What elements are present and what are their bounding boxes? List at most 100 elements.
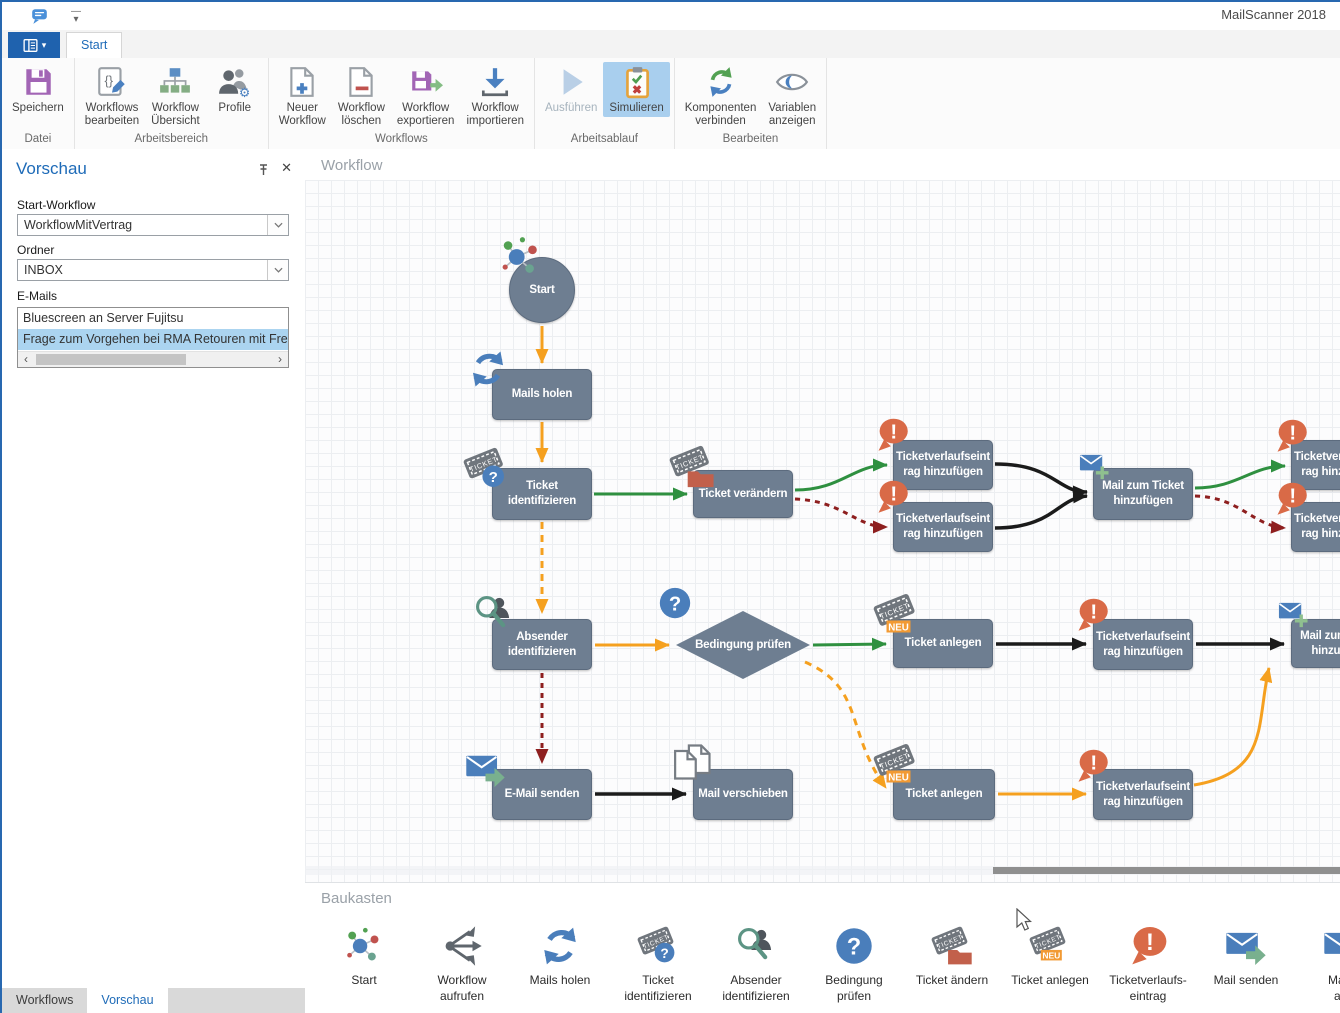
workflow-node-mail-zum-ticket[interactable]: Mail zum Ticket hinzufügen <box>1093 468 1193 520</box>
ribbon-group-datei: Speichern Datei <box>2 58 75 149</box>
toolbox-item-label: Workflow aufrufen <box>413 973 511 1004</box>
ribbon-button-workflows-bearbeiten[interactable]: {} Workflows bearbeiten <box>79 62 145 130</box>
email-list-hscrollbar[interactable]: ‹ › <box>18 351 288 367</box>
svg-text:!: ! <box>1146 930 1154 956</box>
pin-icon[interactable] <box>258 163 269 181</box>
workflow-edge-ticket-veraendern-to-tve-unten <box>795 499 887 527</box>
toolbox-item-bedingung-prüfen[interactable]: ?Bedingung prüfen <box>805 923 903 1004</box>
ribbon-button-label: Neuer Workflow <box>279 102 326 128</box>
ribbon-button-label: Workflow Übersicht <box>151 102 200 128</box>
sync-arrows-icon <box>704 65 738 99</box>
canvas-hscrollbar-thumb[interactable] <box>993 867 1340 874</box>
close-icon[interactable]: ✕ <box>281 160 292 176</box>
toolbox-item-start[interactable]: Start <box>315 923 413 1004</box>
chevron-down-icon[interactable] <box>267 215 288 235</box>
mail-send-icon <box>1225 925 1267 967</box>
app-logo-icon <box>30 7 49 30</box>
ribbon-button-simulieren[interactable]: Simulieren <box>603 62 669 117</box>
email-list-item[interactable]: Frage zum Vorgehen bei RMA Retouren mit … <box>18 329 288 350</box>
email-list-item[interactable]: Bluescreen an Server Fujitsu <box>18 308 288 329</box>
workflow-area-title: Workflow <box>305 149 1340 180</box>
ribbon-button-label: Workflows bearbeiten <box>85 102 139 128</box>
org-chart-icon <box>158 65 192 99</box>
scrollbar-thumb[interactable] <box>36 354 186 365</box>
ribbon-button-ausführen[interactable]: Ausführen <box>539 62 603 117</box>
ribbon-button-profile[interactable]: ⚙ Profile <box>206 62 264 117</box>
ticket-question-icon: TICKET? <box>637 925 679 967</box>
workflow-node-start[interactable]: Start <box>509 257 575 323</box>
workflow-node-absender-identifizieren[interactable]: Absender identifizieren <box>492 619 592 670</box>
workflow-node-tve-rechts-oben[interactable]: Ticketverlaufseint rag hinzufügen <box>1291 440 1340 490</box>
toolbox-item-mails-holen[interactable]: Mails holen <box>511 923 609 1004</box>
tab-vorschau[interactable]: Vorschau <box>87 988 167 1013</box>
ribbon-button-neuer-workflow[interactable]: Neuer Workflow <box>273 62 332 130</box>
workflow-edge-bedingung-pruefen-to-ticket-anlegen-mitte <box>813 644 886 645</box>
workflow-node-tve-mitte[interactable]: Ticketverlaufseint rag hinzufügen <box>1093 619 1193 670</box>
tab-start[interactable]: Start <box>66 32 122 58</box>
simulate-icon <box>620 65 654 99</box>
ribbon: Speichern Datei {} Workflows bearbeiten Work… <box>2 58 1340 150</box>
workflow-node-tve-oben[interactable]: Ticketverlaufseint rag hinzufügen <box>893 440 993 490</box>
toolbox-item-label: Absender identifizieren <box>707 973 805 1004</box>
app-menu-caret-icon: ▾ <box>42 40 47 51</box>
workflow-node-ticket-veraendern[interactable]: Ticket verändern <box>693 470 793 518</box>
chevron-down-icon[interactable] <box>267 260 288 280</box>
toolbox-title: Baukasten <box>321 890 392 907</box>
toolbox-item-label: Mail senden <box>1197 973 1295 989</box>
profiles-icon: ⚙ <box>218 65 252 99</box>
start-workflow-value: WorkflowMitVertrag <box>24 215 132 235</box>
ribbon-group-bearbeiten: Komponenten verbindenVariablen anzeigenB… <box>675 58 827 149</box>
workflow-node-tve-unten[interactable]: Ticketverlaufseint rag hinzufügen <box>893 502 993 552</box>
toolbox-item-workflow-aufrufen[interactable]: Workflow aufrufen <box>413 923 511 1004</box>
branch-arrows-icon <box>441 925 483 967</box>
workflow-node-ticket-anlegen-unten[interactable]: Ticket anlegen <box>893 769 995 820</box>
quick-access-toolbar-dropdown-icon[interactable]: —▾ <box>68 8 84 24</box>
scroll-left-icon[interactable]: ‹ <box>18 352 34 367</box>
ordner-select[interactable]: INBOX <box>17 259 289 281</box>
toolbox-item-ticket-anlegen[interactable]: TICKETNEUTicket anlegen <box>1001 923 1099 1004</box>
workflow-node-ticket-anlegen-mitte[interactable]: Ticket anlegen <box>893 619 993 668</box>
scroll-right-icon[interactable]: › <box>272 352 288 367</box>
panel-title: Vorschau <box>16 159 87 179</box>
ribbon-button-speichern[interactable]: Speichern <box>6 62 70 117</box>
magnifier-person-icon <box>735 925 777 967</box>
toolbox-item-label: Ticket anlegen <box>1001 973 1099 989</box>
ribbon-button-label: Profile <box>218 102 251 115</box>
start-workflow-select[interactable]: WorkflowMitVertrag <box>17 214 289 236</box>
ribbon-button-workflow-exportieren[interactable]: Workflow exportieren <box>391 62 461 130</box>
workflow-canvas[interactable]: Start Mails holen Ticket identifizieren Tic… <box>305 180 1340 882</box>
app-menu-button[interactable]: ▾ <box>8 32 60 58</box>
ribbon-button-komponenten-verbinden[interactable]: Komponenten verbinden <box>679 62 763 130</box>
workflow-edge-tve-unten-to-mail-zum-ticket <box>995 496 1087 528</box>
ribbon-group-label: Datei <box>2 131 74 149</box>
svg-text:NEU: NEU <box>1042 950 1060 960</box>
ribbon-button-workflow-löschen[interactable]: Workflow löschen <box>332 62 391 130</box>
ticket-folder-icon: TICKET <box>931 925 973 967</box>
ribbon-button-workflow-übersicht[interactable]: Workflow Übersicht <box>145 62 206 130</box>
play-icon <box>554 65 588 99</box>
workflow-node-ticket-identifizieren[interactable]: Ticket identifizieren <box>492 468 592 520</box>
toolbox-item-absender-identifizieren[interactable]: Absender identifizieren <box>707 923 805 1004</box>
refresh-icon <box>539 925 581 967</box>
toolbox-panel: Baukasten StartWorkflow aufrufenMails ho… <box>305 882 1340 1013</box>
toolbox-item-ticketverlaufs-eintrag[interactable]: !Ticketverlaufs- eintrag <box>1099 923 1197 1004</box>
toolbox-item-mail-a-anh[interactable]: Mail a anh <box>1295 923 1340 1004</box>
ribbon-button-workflow-importieren[interactable]: Workflow importieren <box>460 62 530 130</box>
tab-workflows[interactable]: Workflows <box>2 988 87 1013</box>
start-workflow-label: Start-Workflow <box>17 198 95 212</box>
page-minus-icon <box>344 65 378 99</box>
ribbon-group-label: Workflows <box>269 131 534 149</box>
toolbox-item-mail-senden[interactable]: Mail senden <box>1197 923 1295 1004</box>
ribbon-button-label: Komponenten verbinden <box>685 102 757 128</box>
workflow-node-email-senden[interactable]: E-Mail senden <box>492 769 592 820</box>
workflow-node-mail-zum-ticket-rechts[interactable]: Mail zum Ticket hinzufügen <box>1291 619 1340 668</box>
workflow-node-tve-rechts-unten[interactable]: Ticketverlaufseint rag hinzufügen <box>1291 502 1340 552</box>
workflow-node-mails-holen[interactable]: Mails holen <box>492 369 592 420</box>
workflow-node-tve-ganz-unten[interactable]: Ticketverlaufseint rag hinzufügen <box>1093 769 1193 820</box>
ribbon-button-variablen-anzeigen[interactable]: Variablen anzeigen <box>762 62 822 130</box>
toolbox-item-ticket-identifizieren[interactable]: TICKET?Ticket identifizieren <box>609 923 707 1004</box>
toolbox-item-ticket-ändern[interactable]: TICKETTicket ändern <box>903 923 1001 1004</box>
ribbon-button-label: Speichern <box>12 102 64 115</box>
workflow-node-mail-verschieben[interactable]: Mail verschieben <box>693 769 793 820</box>
svg-text:{}: {} <box>105 73 114 88</box>
